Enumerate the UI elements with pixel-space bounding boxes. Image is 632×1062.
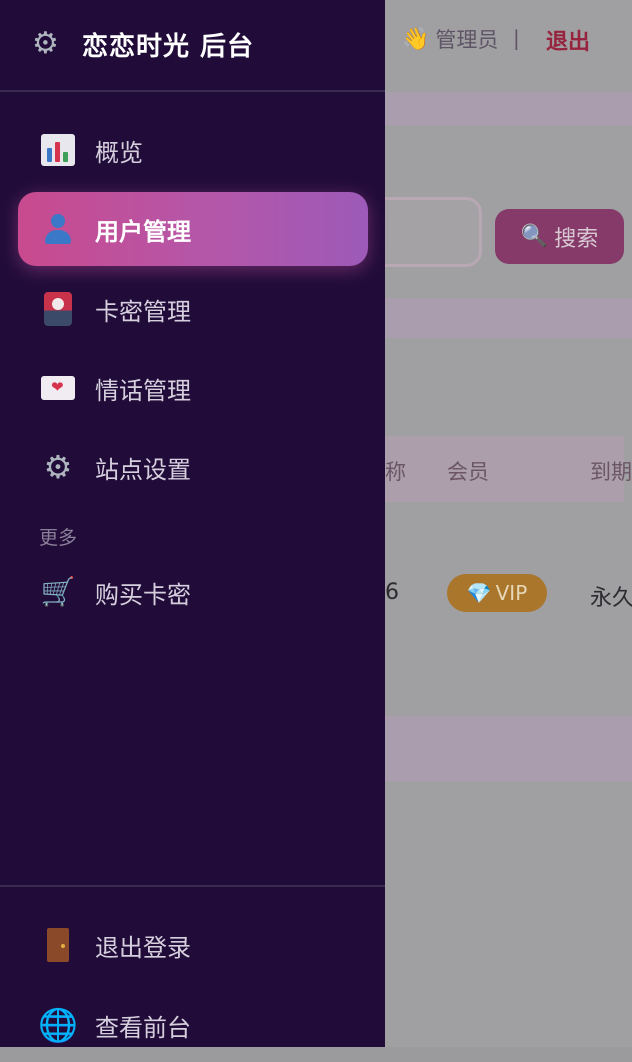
sidebar-item-overview[interactable]: 概览	[18, 113, 368, 187]
sidebar-item-label: 用户管理	[95, 217, 191, 246]
cell-expiry: 永久	[590, 586, 632, 611]
user-icon	[38, 213, 78, 245]
sidebar-item-user-management[interactable]: 用户管理	[18, 192, 368, 266]
column-header-member: 会员	[447, 460, 489, 484]
cell-nickname: 6	[385, 580, 399, 605]
globe-icon: 🌐	[38, 1006, 78, 1044]
sidebar-item-label: 情话管理	[95, 376, 191, 405]
chart-icon	[38, 134, 78, 166]
diamond-icon: 💎	[466, 581, 492, 605]
column-header-nickname: 称	[385, 460, 406, 484]
sidebar-item-love-words[interactable]: 情话管理	[18, 351, 368, 425]
brand-title: 恋恋时光 后台	[82, 32, 255, 62]
column-header-expiry: 到期	[590, 460, 632, 484]
sidebar-item-label: 卡密管理	[95, 297, 191, 326]
gear-icon: ⚙	[43, 448, 73, 486]
sidebar-item-view-frontend[interactable]: 🌐 查看前台	[18, 988, 368, 1062]
section-strip	[385, 92, 632, 125]
logout-link[interactable]: 退出	[546, 24, 590, 56]
search-icon: 🔍	[520, 224, 549, 249]
admin-name: 管理员	[435, 28, 499, 52]
drawer-header: ⚙ 恋恋时光 后台	[0, 0, 385, 92]
love-letter-icon	[38, 376, 78, 400]
table-header	[385, 436, 624, 502]
sidebar-item-label: 站点设置	[95, 455, 191, 484]
divider: |	[513, 26, 520, 50]
section-label-more: 更多	[39, 527, 78, 549]
section-strip	[385, 716, 632, 781]
card-icon	[38, 292, 78, 326]
sidebar-item-label: 购买卡密	[95, 580, 191, 609]
sidebar-item-label: 退出登录	[95, 933, 191, 962]
sidebar-drawer: ⚙ 恋恋时光 后台 概览 用户管理 卡密管理 情话管理 ⚙ 站点设置 更多 🛒	[0, 0, 385, 1047]
drawer-footer-divider	[0, 885, 385, 887]
admin-greeting: 👋 管理员	[402, 24, 498, 54]
sidebar-item-site-settings[interactable]: ⚙ 站点设置	[18, 430, 368, 504]
wave-icon: 👋	[402, 26, 430, 52]
search-button-label: 搜索	[554, 226, 599, 252]
sidebar-item-label: 概览	[95, 138, 143, 167]
sidebar-item-buy-card[interactable]: 🛒 购买卡密	[18, 555, 368, 629]
sidebar-item-card-management[interactable]: 卡密管理	[18, 272, 368, 346]
vip-label: VIP	[495, 581, 528, 605]
section-strip	[385, 298, 632, 338]
cart-icon: 🛒	[40, 575, 76, 608]
gear-icon: ⚙	[32, 26, 59, 61]
sidebar-item-logout[interactable]: 退出登录	[18, 908, 368, 982]
search-button[interactable]: 🔍 搜索	[495, 209, 624, 264]
sidebar-item-label: 查看前台	[95, 1013, 191, 1042]
vip-badge: 💎 VIP	[447, 574, 547, 612]
door-icon	[38, 928, 78, 962]
